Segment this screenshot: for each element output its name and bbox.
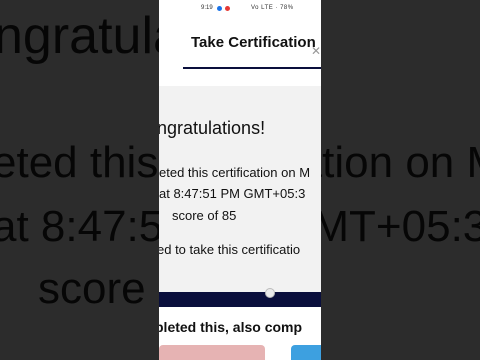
app-icon: [225, 6, 230, 11]
also-completed-heading: pleted this, also comp: [159, 319, 303, 335]
page-title: Take Certification: [191, 34, 316, 51]
congratulations-heading: ngratulations!: [159, 118, 266, 138]
completion-text: eted this certification on M: [159, 165, 311, 180]
status-time: 9:19: [201, 5, 213, 11]
retake-text: ed to take this certificatio: [159, 242, 301, 257]
status-indicators: Vo LTE · 78%: [251, 5, 294, 11]
course-thumbnail[interactable]: [291, 345, 321, 360]
close-icon[interactable]: ✕: [311, 44, 321, 58]
status-bar: 9:19 Vo LTE · 78%: [159, 0, 321, 18]
phone-screen: 9:19 Vo LTE · 78% Take Certification ✕ n…: [159, 0, 321, 360]
score-text: score of 85: [172, 208, 237, 223]
completion-time: at 8:47:51 PM GMT+05:3: [159, 186, 306, 201]
course-thumbnail[interactable]: [159, 345, 265, 360]
title-underline: [183, 67, 321, 69]
notification-icon: [217, 6, 222, 11]
scroll-indicator[interactable]: [265, 288, 275, 298]
card-footer-bar: [159, 292, 321, 307]
